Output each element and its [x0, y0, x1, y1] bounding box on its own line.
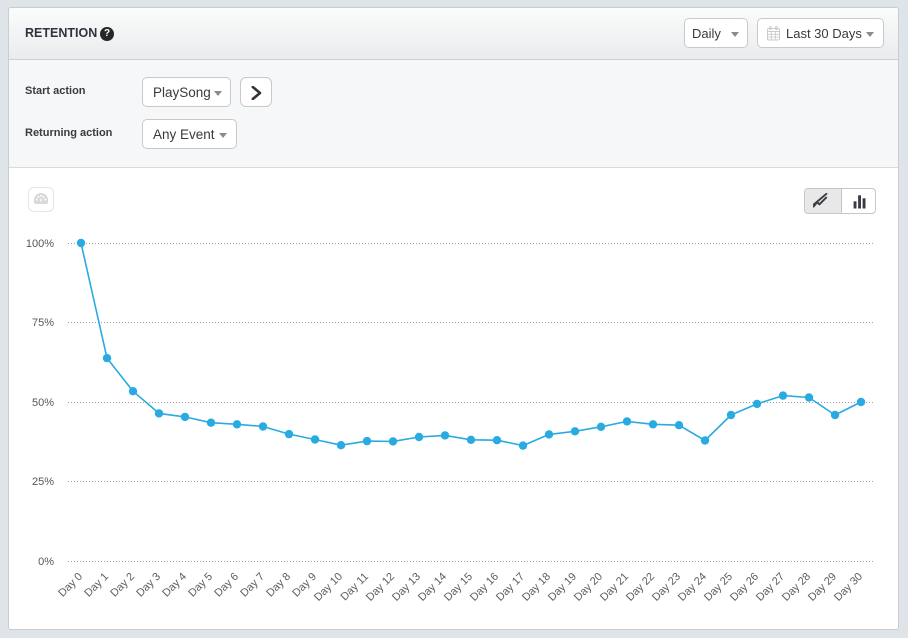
- svg-text:100%: 100%: [26, 238, 54, 250]
- svg-text:50%: 50%: [32, 397, 54, 409]
- svg-text:0%: 0%: [38, 556, 54, 568]
- svg-text:Day 1: Day 1: [82, 571, 111, 600]
- svg-text:Day 4: Day 4: [160, 571, 189, 600]
- svg-text:75%: 75%: [32, 317, 54, 329]
- svg-text:25%: 25%: [32, 476, 54, 488]
- svg-text:Day 0: Day 0: [56, 571, 85, 600]
- svg-text:Day 3: Day 3: [134, 571, 163, 600]
- svg-text:Day 2: Day 2: [108, 571, 137, 600]
- svg-text:Day 6: Day 6: [212, 571, 241, 600]
- svg-text:Day 30: Day 30: [832, 571, 865, 604]
- svg-text:Day 8: Day 8: [264, 571, 293, 600]
- svg-text:Day 5: Day 5: [186, 571, 215, 600]
- svg-text:Day 10: Day 10: [312, 571, 345, 604]
- svg-text:Day 7: Day 7: [238, 571, 267, 600]
